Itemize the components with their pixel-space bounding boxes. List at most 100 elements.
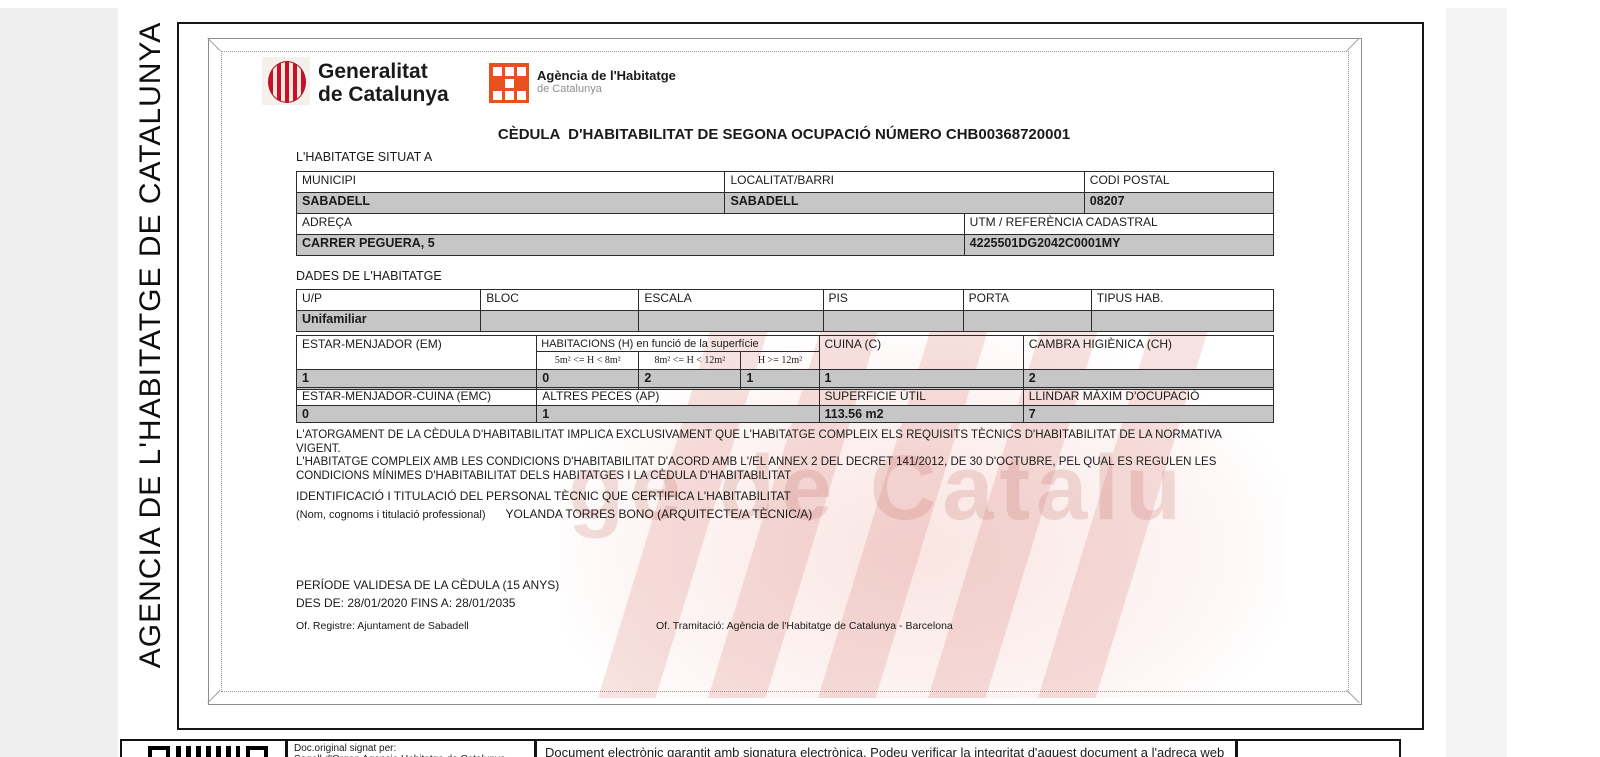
verify-text: Document electrònic garantit amb signatu…	[537, 741, 1235, 757]
senyera-shield-icon	[268, 61, 306, 103]
escala-value	[639, 311, 823, 332]
table-row: MUNICIPI LOCALITAT/BARRI CODI POSTAL	[297, 172, 1274, 193]
habitacions-range-3: H >= 12m²	[741, 352, 819, 370]
table-row: U/P BLOC ESCALA PIS PORTA TIPUS HAB.	[297, 290, 1274, 311]
logo-tile	[517, 79, 526, 88]
logo-tile	[493, 67, 502, 76]
section-label-situat: L'HABITATGE SITUAT A	[296, 150, 432, 164]
logo-tile	[505, 79, 514, 88]
bloc-value	[481, 311, 639, 332]
ap-header: ALTRES PECES (AP)	[537, 388, 819, 406]
up-header: U/P	[297, 290, 481, 311]
table-row: CARRER PEGUERA, 5 4225501DG2042C0001MY	[297, 235, 1274, 256]
generalitat-line1: Generalitat	[318, 60, 449, 83]
agencia-line2: de Catalunya	[537, 83, 676, 96]
technician-line: (Nom, cognoms i titulació professional) …	[296, 507, 812, 521]
localitat-value: SABADELL	[725, 193, 1084, 214]
office-tramitacio: Of. Tramitació: Agència de l'Habitatge d…	[656, 620, 953, 632]
cuina-header: CUINA (C)	[819, 336, 1023, 370]
technician-heading: IDENTIFICACIÓ I TITULACIÓ DEL PERSONAL T…	[296, 489, 791, 503]
agencia-logo-text: Agència de l'Habitatge de Catalunya	[537, 69, 676, 96]
unit-table: U/P BLOC ESCALA PIS PORTA TIPUS HAB. Uni…	[296, 289, 1274, 332]
habitacions-range-1: 5m² <= H < 8m²	[537, 352, 639, 370]
qr-box	[120, 739, 287, 757]
page-gutter-left	[0, 8, 118, 757]
legal-text: L'ATORGAMENT DE LA CÈDULA D'HABITABILITA…	[296, 429, 1252, 483]
adreca-header: ADREÇA	[297, 214, 965, 235]
logo-tile	[493, 79, 502, 88]
porta-value	[963, 311, 1091, 332]
certificate-title: CÈDULA D'HABITABILITAT DE SEGONA OCUPACI…	[296, 126, 1272, 143]
legal-paragraph-2: L'HABITATGE COMPLEIX AMB LES CONDICIONS …	[296, 456, 1252, 483]
vertical-agency-title: AGENCIA DE L'HABITATGE DE CATALUNYA	[134, 22, 168, 668]
qr-finder-left	[148, 746, 170, 757]
table-row: SABADELL SABADELL 08207	[297, 193, 1274, 214]
logo-tile	[493, 91, 502, 100]
address-table: ADREÇA UTM / REFERÈNCIA CADASTRAL CARRER…	[296, 213, 1274, 256]
municipi-header: MUNICIPI	[297, 172, 725, 193]
tipus-value	[1091, 311, 1273, 332]
llindar-value: 7	[1023, 406, 1273, 423]
validity-dates: DES DE: 28/01/2020 FINS A: 28/01/2035	[296, 594, 559, 612]
table-row: ESTAR-MENJADOR (EM) HABITACIONS (H) en f…	[297, 336, 1274, 352]
generalitat-logo-text: Generalitat de Catalunya	[318, 60, 449, 106]
signature-box: Doc.original signat per: Segell d'Organ …	[286, 739, 536, 757]
qr-code-icon	[148, 746, 268, 757]
table-row: ADREÇA UTM / REFERÈNCIA CADASTRAL	[297, 214, 1274, 235]
up-value: Unifamiliar	[297, 311, 481, 332]
emc-value: 0	[297, 406, 537, 423]
logo-tile	[517, 67, 526, 76]
office-registre: Of. Registre: Ajuntament de Sabadell	[296, 620, 469, 632]
signed-by-label: Doc.original signat per:	[294, 743, 528, 754]
escala-header: ESCALA	[639, 290, 823, 311]
agencia-habitatge-logo-icon	[489, 63, 529, 103]
device-screen: AGENCIA DE L'HABITATGE DE CATALUNYA ge d…	[0, 0, 1600, 757]
generalitat-logo-icon	[262, 57, 310, 105]
em-header: ESTAR-MENJADOR (EM)	[297, 336, 537, 370]
porta-header: PORTA	[963, 290, 1091, 311]
technician-label: (Nom, cognoms i titulació professional)	[296, 509, 486, 521]
agencia-line1: Agència de l'Habitatge	[537, 69, 676, 83]
table-row: Unifamiliar	[297, 311, 1274, 332]
bloc-header: BLOC	[481, 290, 639, 311]
municipi-value: SABADELL	[297, 193, 725, 214]
logo-tile	[517, 91, 526, 100]
rooms-table: ESTAR-MENJADOR (EM) HABITACIONS (H) en f…	[296, 335, 1274, 390]
table-row: ESTAR-MENJADOR-CUINA (EMC) ALTRES PECES …	[297, 388, 1274, 406]
section-label-dades: DADES DE L'HABITATGE	[296, 269, 442, 283]
codi-postal-value: 08207	[1084, 193, 1273, 214]
qr-pattern	[176, 746, 240, 757]
logo-tile	[505, 91, 514, 100]
qr-finder-right	[246, 746, 268, 757]
android-nav-bar	[1507, 0, 1600, 757]
generalitat-line2: de Catalunya	[318, 83, 449, 106]
utm-header: UTM / REFERÈNCIA CADASTRAL	[964, 214, 1273, 235]
localitat-header: LOCALITAT/BARRI	[725, 172, 1084, 193]
validity-block: PERÍODE VALIDESA DE LA CÈDULA (15 ANYS) …	[296, 576, 559, 612]
rooms2-table: ESTAR-MENJADOR-CUINA (EMC) ALTRES PECES …	[296, 387, 1274, 423]
verify-box: Document electrònic garantit amb signatu…	[535, 739, 1237, 757]
codi-postal-header: CODI POSTAL	[1084, 172, 1273, 193]
validity-period: PERÍODE VALIDESA DE LA CÈDULA (15 ANYS)	[296, 576, 559, 594]
cambra-header: CAMBRA HIGIÈNICA (CH)	[1023, 336, 1273, 370]
superficie-header: SUPERFICIE ÚTIL	[819, 388, 1023, 406]
adreca-value: CARRER PEGUERA, 5	[297, 235, 965, 256]
technician-name: YOLANDA TORRES BONO (ARQUITECTE/A TÈCNIC…	[506, 507, 813, 521]
footer-empty-box	[1236, 739, 1401, 757]
page-gutter-right	[1446, 8, 1507, 757]
logo-tile	[505, 67, 514, 76]
pis-value	[823, 311, 963, 332]
tipus-header: TIPUS HAB.	[1091, 290, 1273, 311]
signature-text: Doc.original signat per: Segell d'Organ …	[288, 741, 534, 757]
superficie-value: 113.56 m2	[819, 406, 1023, 423]
ap-value: 1	[537, 406, 819, 423]
location-table: MUNICIPI LOCALITAT/BARRI CODI POSTAL SAB…	[296, 171, 1274, 214]
table-row: 0 1 113.56 m2 7	[297, 406, 1274, 423]
habitacions-group-header: HABITACIONS (H) en funció de la superfíc…	[537, 336, 819, 352]
utm-value: 4225501DG2042C0001MY	[964, 235, 1273, 256]
pis-header: PIS	[823, 290, 963, 311]
habitacions-range-2: 8m² <= H < 12m²	[639, 352, 741, 370]
emc-header: ESTAR-MENJADOR-CUINA (EMC)	[297, 388, 537, 406]
llindar-header: LLINDAR MÀXIM D'OCUPACIÓ	[1023, 388, 1273, 406]
legal-paragraph-1: L'ATORGAMENT DE LA CÈDULA D'HABITABILITA…	[296, 429, 1252, 456]
